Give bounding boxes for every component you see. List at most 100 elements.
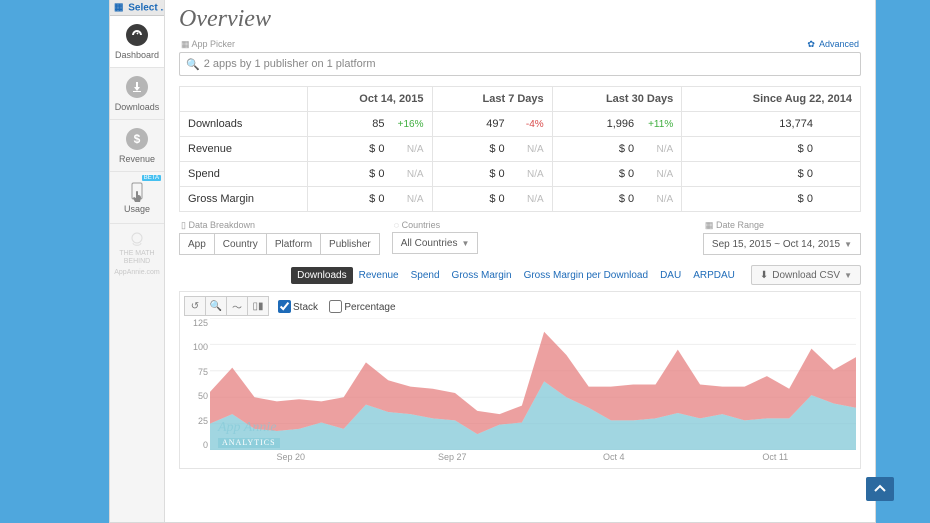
sidebar-item-revenue[interactable]: $ Revenue xyxy=(110,120,164,172)
table-cell: $ 0 N/A xyxy=(432,137,552,162)
sidebar-watermark: THE MATH BEHIND AppAnnie.com xyxy=(110,230,164,277)
table-cell: $ 0 N/A xyxy=(432,162,552,187)
row-label: Downloads xyxy=(180,112,308,137)
undo-icon: ↺ xyxy=(191,301,199,312)
table-cell: 85 +16% xyxy=(307,112,432,137)
sidebar-item-label: Dashboard xyxy=(115,50,159,60)
advanced-link[interactable]: ✿ Advanced xyxy=(807,39,859,50)
gear-icon: ✿ xyxy=(807,39,815,49)
chart-tabs: DownloadsRevenueSpendGross MarginGross M… xyxy=(291,267,741,284)
search-icon: 🔍 xyxy=(186,58,200,71)
chart-tab-revenue[interactable]: Revenue xyxy=(353,267,405,284)
countries-group: ◌ Countries All Countries ▼ xyxy=(392,220,479,255)
calendar-icon: ▦ xyxy=(705,220,714,230)
chart-tab-arpdau[interactable]: ARPDAU xyxy=(687,267,741,284)
table-cell: $ 0 xyxy=(682,187,861,212)
chart-checks: Stack Percentage xyxy=(278,299,404,314)
bar-icon: ▯▮ xyxy=(252,301,263,312)
table-cell: $ 0 xyxy=(682,162,861,187)
picker-text: 2 apps by 1 publisher on 1 platform xyxy=(204,58,376,70)
row-label: Gross Margin xyxy=(180,187,308,212)
col-header: Oct 14, 2015 xyxy=(307,87,432,112)
app-frame: ▦ Select ... Dashboard Downloads $ Reven… xyxy=(109,0,876,523)
breakdown-option-platform[interactable]: Platform xyxy=(266,233,320,255)
touch-icon xyxy=(128,182,146,204)
page-title: Overview xyxy=(179,6,861,33)
sidebar-item-label: Downloads xyxy=(115,102,160,112)
table-row: Spend$ 0 N/A$ 0 N/A$ 0 N/A$ 0 xyxy=(180,162,861,187)
download-icon: ⬇ xyxy=(760,270,768,281)
chart-watermark: App Annie ANALYTICS xyxy=(218,421,280,449)
chart-tab-downloads[interactable]: Downloads xyxy=(291,267,352,284)
percentage-checkbox[interactable]: Percentage xyxy=(329,302,395,313)
download-csv-button[interactable]: ⬇ Download CSV ▼ xyxy=(751,265,861,285)
col-blank xyxy=(180,87,308,112)
table-cell: $ 0 N/A xyxy=(307,187,432,212)
sidebar-item-dashboard[interactable]: Dashboard xyxy=(110,16,164,68)
daterange-dropdown[interactable]: Sep 15, 2015 ~ Oct 14, 2015 ▼ xyxy=(703,233,861,255)
line-button[interactable]: 〜 xyxy=(226,296,248,316)
sidebar-item-downloads[interactable]: Downloads xyxy=(110,68,164,120)
col-header: Last 30 Days xyxy=(552,87,682,112)
chevron-down-icon: ▼ xyxy=(844,240,852,249)
x-axis-labels: Sep 20Sep 27Oct 4Oct 11 xyxy=(210,452,856,468)
globe-icon: ◌ xyxy=(394,220,399,230)
table-cell: $ 0 N/A xyxy=(552,137,682,162)
bar-button[interactable]: ▯▮ xyxy=(247,296,269,316)
sidebar-item-label: Revenue xyxy=(119,154,155,164)
app-selector-label: Select ... xyxy=(128,3,164,14)
app-selector[interactable]: ▦ Select ... xyxy=(110,0,164,16)
col-header: Last 7 Days xyxy=(432,87,552,112)
chart-svg xyxy=(210,318,856,450)
table-cell: 13,774 xyxy=(682,112,861,137)
table-row: Gross Margin$ 0 N/A$ 0 N/A$ 0 N/A$ 0 xyxy=(180,187,861,212)
chart-tab-dau[interactable]: DAU xyxy=(654,267,687,284)
chart-panel: ↺ 🔍 〜 ▯▮ Stack Percentage 1251007550250 xyxy=(179,291,861,469)
daterange-group: ▦ Date Range Sep 15, 2015 ~ Oct 14, 2015… xyxy=(703,220,861,255)
doc-icon: ▯ xyxy=(181,220,186,230)
table-row: Revenue$ 0 N/A$ 0 N/A$ 0 N/A$ 0 xyxy=(180,137,861,162)
scroll-top-button[interactable] xyxy=(866,477,894,501)
chart-toolbar: ↺ 🔍 〜 ▯▮ Stack Percentage xyxy=(184,296,856,316)
table-cell: $ 0 N/A xyxy=(307,162,432,187)
table-cell: $ 0 N/A xyxy=(552,187,682,212)
chart-tab-spend[interactable]: Spend xyxy=(405,267,446,284)
line-icon: 〜 xyxy=(232,299,242,314)
table-cell: $ 0 N/A xyxy=(307,137,432,162)
zoom-button[interactable]: 🔍 xyxy=(205,296,227,316)
search-icon: 🔍 xyxy=(210,301,222,312)
countries-dropdown[interactable]: All Countries ▼ xyxy=(392,232,479,254)
chart-tab-gross-margin[interactable]: Gross Margin xyxy=(446,267,518,284)
sidebar-item-usage[interactable]: BETA Usage xyxy=(110,172,164,224)
stats-table: Oct 14, 2015 Last 7 Days Last 30 Days Si… xyxy=(179,86,861,212)
table-row: Downloads85 +16%497 -4%1,996 +11%13,774 xyxy=(180,112,861,137)
sidebar: ▦ Select ... Dashboard Downloads $ Reven… xyxy=(110,0,165,522)
table-cell: $ 0 N/A xyxy=(432,187,552,212)
breakdown-option-country[interactable]: Country xyxy=(214,233,266,255)
breakdown-label: ▯ Data Breakdown xyxy=(181,220,380,231)
y-axis-labels: 1251007550250 xyxy=(184,318,210,450)
breakdown-option-app[interactable]: App xyxy=(179,233,214,255)
download-icon xyxy=(126,76,148,98)
chevron-down-icon: ▼ xyxy=(461,239,469,248)
undo-button[interactable]: ↺ xyxy=(184,296,206,316)
grid-icon: ▦ xyxy=(114,0,123,16)
chart-tab-gross-margin-per-download[interactable]: Gross Margin per Download xyxy=(518,267,655,284)
data-breakdown-group: ▯ Data Breakdown AppCountryPlatformPubli… xyxy=(179,220,380,255)
chart-area: 1251007550250 App Annie ANALYTICS Sep 20… xyxy=(184,318,856,468)
beta-badge: BETA xyxy=(142,175,161,181)
grid-icon: ▦ xyxy=(181,39,190,49)
main-panel: Overview ▦ App Picker ✿ Advanced 🔍 2 app… xyxy=(165,0,875,522)
table-cell: 497 -4% xyxy=(432,112,552,137)
dollar-icon: $ xyxy=(126,128,148,150)
chevron-up-icon xyxy=(873,482,887,496)
gauge-icon xyxy=(126,24,148,46)
breakdown-option-publisher[interactable]: Publisher xyxy=(320,233,380,255)
chevron-down-icon: ▼ xyxy=(844,271,852,280)
sidebar-item-label: Usage xyxy=(124,204,150,214)
stack-checkbox[interactable]: Stack xyxy=(278,302,318,313)
controls-row: ▯ Data Breakdown AppCountryPlatformPubli… xyxy=(179,220,861,255)
app-picker-input[interactable]: 🔍 2 apps by 1 publisher on 1 platform xyxy=(179,52,861,76)
picker-header: ▦ App Picker ✿ Advanced xyxy=(179,39,861,52)
table-cell: $ 0 N/A xyxy=(552,162,682,187)
